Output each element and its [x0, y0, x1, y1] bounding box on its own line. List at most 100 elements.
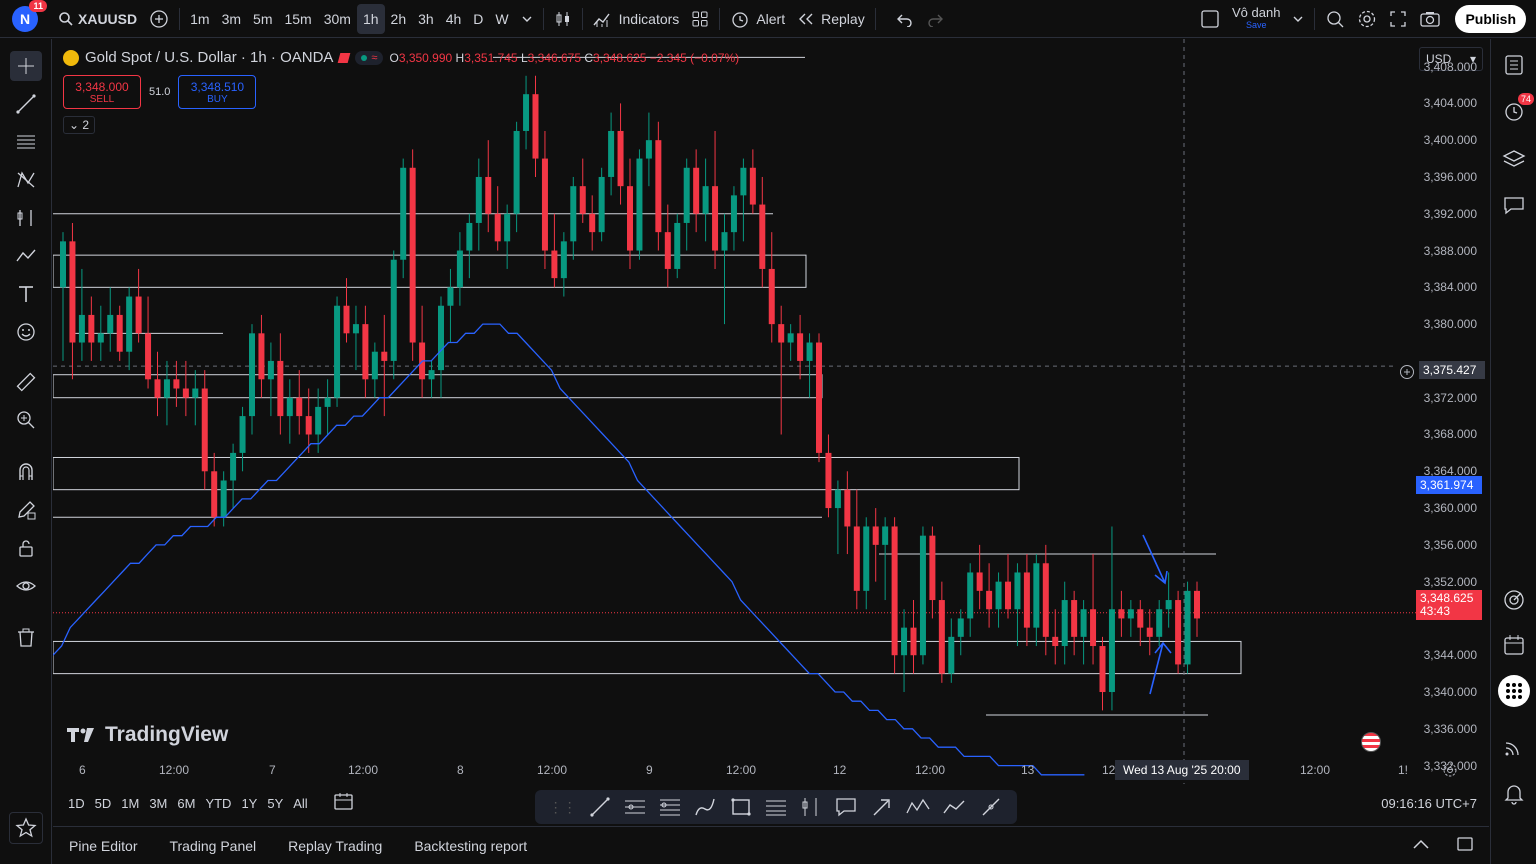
snapshot-button[interactable] [1413, 4, 1447, 34]
interval-d[interactable]: D [467, 4, 489, 34]
range-all[interactable]: All [288, 796, 312, 811]
layout-select-checkbox[interactable] [1194, 4, 1226, 34]
products-button[interactable] [1498, 675, 1530, 707]
range-3m[interactable]: 3M [144, 796, 172, 811]
redo-button[interactable] [920, 4, 950, 34]
layout-dropdown[interactable] [1286, 4, 1310, 34]
callout-icon[interactable] [834, 795, 858, 819]
symbol-title[interactable]: Gold Spot / U.S. Dollar · 1h · OANDA [85, 49, 333, 66]
favorites-button[interactable] [9, 812, 43, 844]
trend-line-icon[interactable] [588, 795, 612, 819]
fib-tool[interactable] [10, 127, 42, 157]
layout-name-button[interactable]: Vô danh Save [1226, 4, 1286, 34]
lock-drawings-tool[interactable] [10, 533, 42, 563]
panel-tab-trading-panel[interactable]: Trading Panel [153, 838, 272, 854]
indicators-button[interactable]: Indicators [587, 4, 686, 34]
interval-30m[interactable]: 30m [318, 4, 357, 34]
time-axis[interactable]: 6 12:00 7 12:00 8 12:00 9 12:00 12 12:00 13 12 12:00… [53, 756, 1489, 784]
goto-date-button[interactable] [333, 792, 355, 815]
symbol-search-button[interactable]: XAUUSD [52, 4, 143, 34]
interval-4h[interactable]: 4h [440, 4, 468, 34]
settings-button[interactable] [1351, 4, 1383, 34]
range-1d[interactable]: 1D [63, 796, 90, 811]
fib-retracement-icon[interactable] [658, 795, 682, 819]
range-1m[interactable]: 1M [116, 796, 144, 811]
hide-drawings-tool[interactable] [10, 571, 42, 601]
object-tree-button[interactable] [1498, 143, 1530, 175]
interval-w[interactable]: W [489, 4, 514, 34]
panel-tab-backtesting-report[interactable]: Backtesting report [398, 838, 543, 854]
us-flag-icon[interactable] [1361, 732, 1381, 752]
price-tick: 3,380.000 [1423, 317, 1477, 332]
forecast-icon[interactable] [799, 795, 823, 819]
geometric-shapes-tool[interactable] [10, 241, 42, 271]
text-tool[interactable] [10, 279, 42, 309]
sell-button[interactable]: 3,348.000 SELL [63, 75, 141, 109]
fullscreen-button[interactable] [1383, 4, 1413, 34]
range-5d[interactable]: 5D [90, 796, 117, 811]
path-icon[interactable] [942, 795, 968, 819]
range-6m[interactable]: 6M [172, 796, 200, 811]
measure-line-icon[interactable] [979, 795, 1003, 819]
arrow-icon[interactable] [870, 795, 894, 819]
user-avatar[interactable]: N 11 [12, 0, 47, 32]
buy-button[interactable]: 3,348.510 BUY [178, 75, 257, 109]
watchlist-button[interactable] [1498, 49, 1530, 81]
interval-dropdown[interactable] [515, 4, 539, 34]
crosshair-tool[interactable] [10, 51, 42, 81]
rectangle-icon[interactable] [729, 795, 753, 819]
publish-button[interactable]: Publish [1455, 4, 1526, 33]
alert-button[interactable]: Alert [724, 4, 791, 34]
interval-1h[interactable]: 1h [356, 3, 385, 34]
quick-search-button[interactable] [1319, 4, 1351, 34]
pattern-tool[interactable] [10, 165, 42, 195]
interval-15m[interactable]: 15m [278, 4, 317, 34]
parallel-channel-icon[interactable] [623, 795, 647, 819]
interval-1m[interactable]: 1m [184, 4, 215, 34]
remove-drawings-tool[interactable] [10, 623, 42, 653]
chats-button[interactable] [1498, 189, 1530, 221]
calendar-button[interactable] [1498, 629, 1530, 661]
interval-3h[interactable]: 3h [412, 4, 440, 34]
collapse-panel-button[interactable] [1411, 837, 1431, 854]
indicators-collapse-button[interactable]: ⌄ 2 [63, 116, 96, 134]
time-axis-settings-icon[interactable] [1442, 762, 1458, 781]
help-button[interactable] [1498, 777, 1530, 809]
zoom-tool[interactable] [10, 405, 42, 435]
trend-line-tool[interactable] [10, 89, 42, 119]
price-tick: 3,392.000 [1423, 206, 1477, 221]
layouts-button[interactable] [685, 4, 715, 34]
magnet-tool[interactable] [10, 457, 42, 487]
candle-body [230, 452, 237, 481]
brush-icon[interactable] [693, 795, 717, 819]
prediction-tool[interactable] [10, 203, 42, 233]
undo-button[interactable] [890, 4, 920, 34]
keep-drawing-tool[interactable] [10, 495, 42, 525]
compare-button[interactable] [143, 4, 175, 34]
panel-tab-replay-trading[interactable]: Replay Trading [272, 838, 398, 854]
range-1y[interactable]: 1Y [236, 796, 262, 811]
interval-5m[interactable]: 5m [247, 4, 278, 34]
horizontal-lines-icon[interactable] [764, 795, 788, 819]
elliott-wave-icon[interactable] [905, 795, 931, 819]
interval-3m[interactable]: 3m [216, 4, 247, 34]
replay-button[interactable]: Replay [791, 4, 871, 34]
timezone-clock[interactable]: 09:16:16 UTC+7 [1381, 796, 1477, 811]
chart-type-button[interactable] [548, 4, 578, 34]
candle-body [494, 213, 501, 242]
price-chart[interactable] [53, 39, 1489, 784]
panel-tab-pine-editor[interactable]: Pine Editor [53, 838, 153, 854]
icon-tool[interactable] [10, 317, 42, 347]
range-ytd[interactable]: YTD [200, 796, 236, 811]
drag-handle-icon[interactable]: ⋮⋮ [549, 799, 577, 816]
chart-pane[interactable]: Gold Spot / U.S. Dollar · 1h · OANDA ≈ O… [53, 39, 1489, 784]
stream-button[interactable] [1498, 731, 1530, 763]
add-alert-icon[interactable] [1395, 362, 1419, 385]
range-5y[interactable]: 5Y [262, 796, 288, 811]
measure-tool[interactable] [10, 367, 42, 397]
maximize-panel-button[interactable] [1455, 835, 1475, 856]
candle-body [1080, 609, 1087, 637]
alerts-panel-button[interactable]: 74 [1498, 93, 1534, 127]
interval-2h[interactable]: 2h [385, 4, 413, 34]
screener-button[interactable] [1498, 584, 1530, 616]
